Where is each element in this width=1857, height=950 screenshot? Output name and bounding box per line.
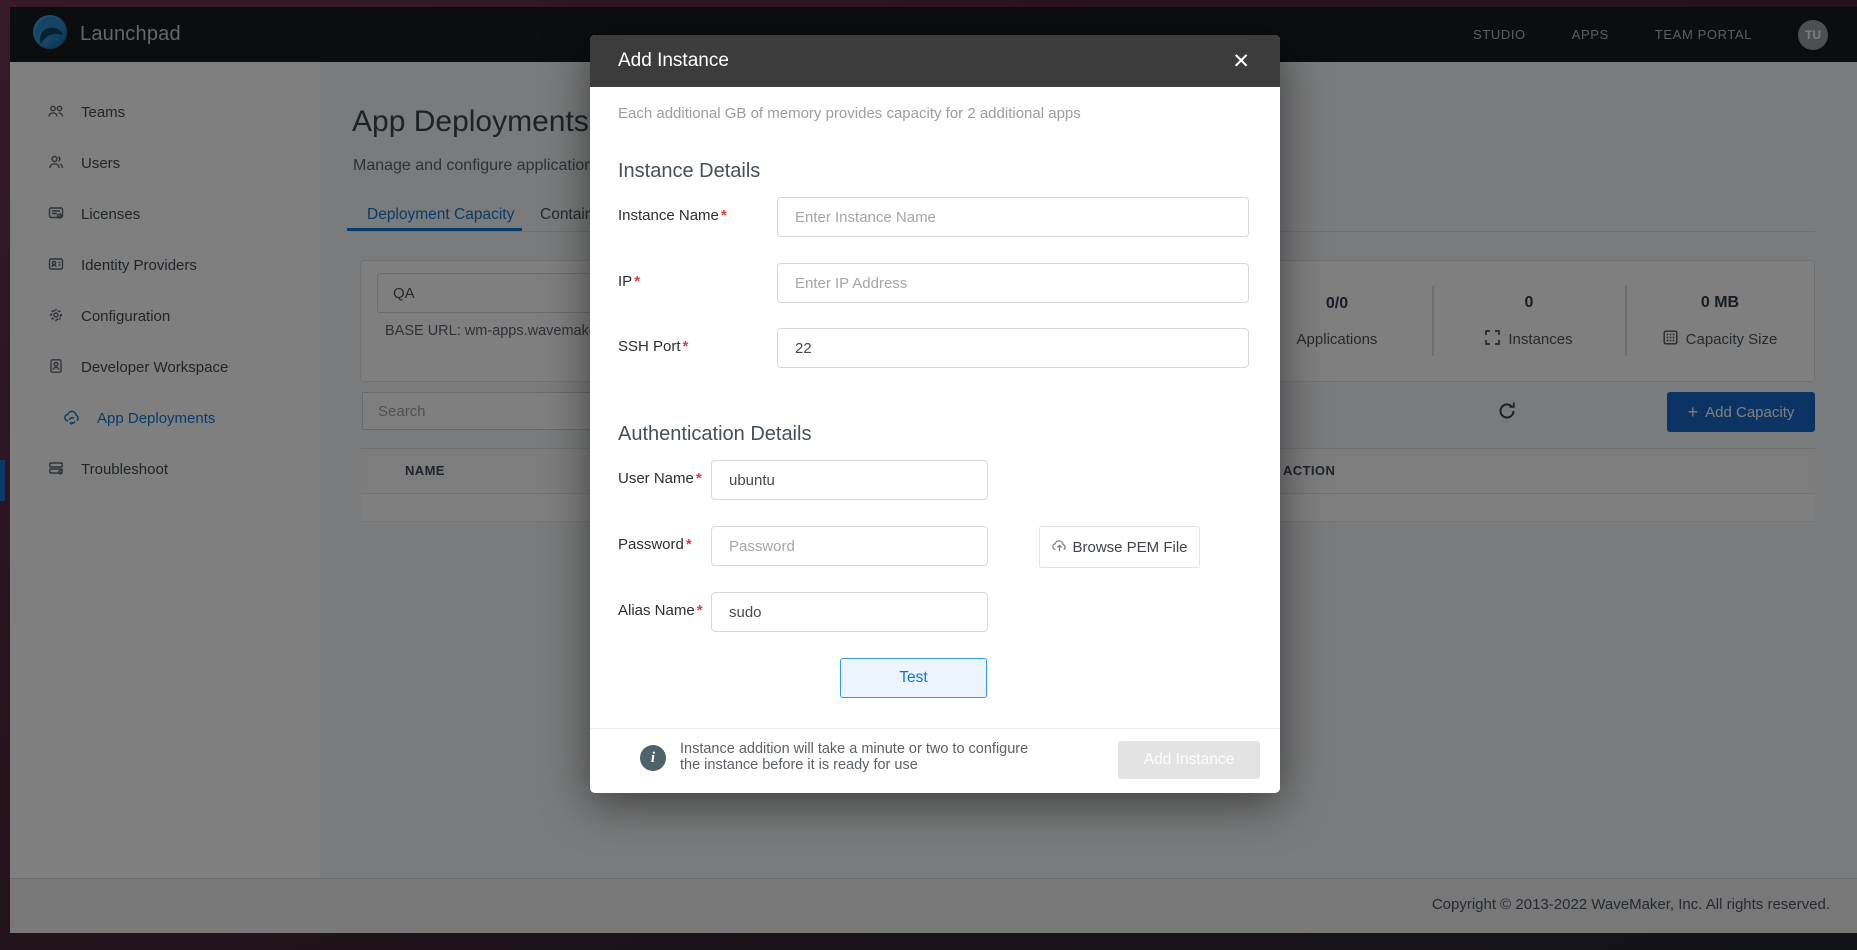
- alias-name-label: Alias Name*: [618, 602, 703, 619]
- modal-note: Each additional GB of memory provides ca…: [618, 105, 1081, 122]
- password-input[interactable]: [711, 526, 988, 566]
- section-authentication-details: Authentication Details: [618, 423, 811, 446]
- user-name-input[interactable]: [711, 460, 988, 500]
- section-instance-details: Instance Details: [618, 160, 760, 183]
- modal-footer: i Instance addition will take a minute o…: [590, 728, 1280, 794]
- close-icon[interactable]: ✕: [1232, 51, 1250, 72]
- ssh-port-label: SSH Port*: [618, 338, 688, 355]
- required-asterisk: *: [683, 338, 689, 355]
- ip-label: IP*: [618, 273, 640, 290]
- add-instance-modal: Add Instance ✕ Each additional GB of mem…: [590, 35, 1280, 793]
- ssh-port-input[interactable]: [777, 328, 1249, 368]
- instance-name-input[interactable]: [777, 197, 1249, 237]
- required-asterisk: *: [634, 273, 640, 290]
- browse-pem-file-button[interactable]: Browse PEM File: [1039, 526, 1200, 568]
- password-label: Password*: [618, 536, 692, 553]
- screen: Launchpad STUDIO APPS TEAM PORTAL TU Tea…: [0, 0, 1857, 950]
- test-button[interactable]: Test: [840, 658, 987, 698]
- modal-footer-note: Instance addition will take a minute or …: [680, 741, 1028, 773]
- alias-name-input[interactable]: [711, 592, 988, 632]
- instance-name-label: Instance Name*: [618, 207, 727, 224]
- info-icon: i: [640, 745, 666, 771]
- required-asterisk: *: [721, 207, 727, 224]
- modal-header: Add Instance ✕: [590, 35, 1280, 87]
- add-instance-submit-button[interactable]: Add Instance: [1118, 741, 1260, 779]
- required-asterisk: *: [686, 536, 692, 553]
- user-name-label: User Name*: [618, 470, 702, 487]
- required-asterisk: *: [696, 470, 702, 487]
- cloud-upload-icon: [1051, 537, 1068, 558]
- modal-title: Add Instance: [618, 50, 729, 72]
- ip-input[interactable]: [777, 263, 1249, 303]
- required-asterisk: *: [697, 602, 703, 619]
